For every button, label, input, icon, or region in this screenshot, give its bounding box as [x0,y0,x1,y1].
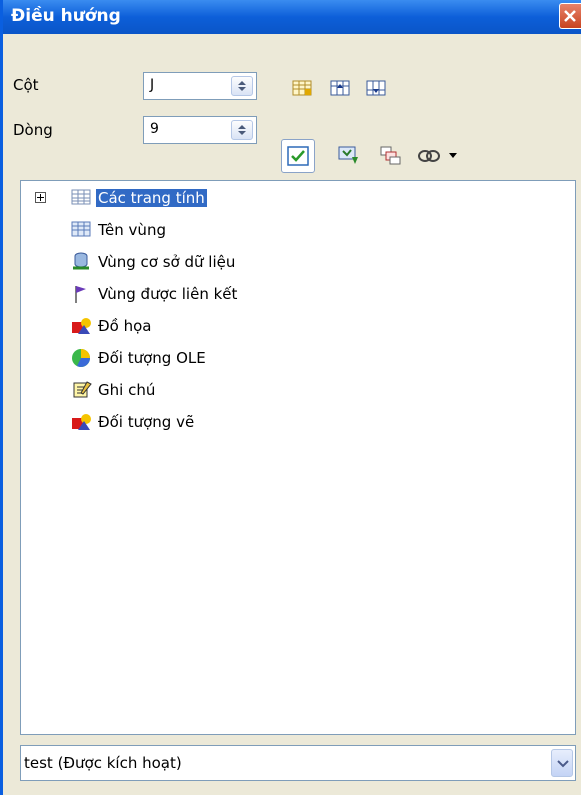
scenarios-button[interactable] [375,140,405,170]
links-button[interactable] [413,140,443,170]
chevron-down-icon [557,760,569,768]
column-value[interactable]: J [150,77,154,93]
note-icon [73,381,92,398]
navigator-tree[interactable]: Các trang tính Tên vùng Vùng cơ sở dữ li… [20,180,576,735]
tree-item-label: Vùng cơ sở dữ liệu [98,253,236,271]
tree-item-database-ranges[interactable]: Vùng cơ sở dữ liệu [61,251,561,273]
column-spinbox[interactable]: J [143,72,257,100]
row-spinbox[interactable]: 9 [143,116,257,144]
expand-icon[interactable] [35,192,46,203]
close-button[interactable] [559,3,581,29]
dropdown-arrow-icon [449,153,457,158]
drag-mode-icon [338,146,358,164]
links-icon [418,150,440,162]
row-spin-arrows[interactable] [231,120,253,140]
tree-item-label: Đối tượng vẽ [98,413,195,431]
drag-mode-button[interactable] [333,140,363,170]
tree-item-sheets[interactable]: Các trang tính [35,187,561,209]
tree-item-label: Đối tượng OLE [98,349,206,367]
ole-object-icon [72,349,90,367]
graphics-icon [72,318,91,334]
drawing-object-icon [72,414,91,430]
range-start-icon [330,80,350,96]
tree-item-ole-objects[interactable]: Đối tượng OLE [61,347,561,369]
tree-item-label: Các trang tính [96,189,207,207]
tree-item-label: Ghi chú [98,381,156,399]
close-icon [564,10,576,22]
column-label: Cột [13,76,39,94]
data-range-button[interactable] [287,73,317,103]
sheet-icon [71,189,91,205]
spin-arrows-icon [238,81,246,91]
document-select-value: test (Được kích hoạt) [24,754,182,772]
range-end-button[interactable] [361,73,391,103]
document-select-dropdown-button[interactable] [551,749,573,777]
links-dropdown-button[interactable] [443,140,463,170]
tree-item-label: Tên vùng [98,221,166,239]
database-icon [73,252,89,270]
navigator-window: Điều hướng Cột J Dòng 9 Các trang tính T… [0,0,581,795]
tree-item-linked-areas[interactable]: Vùng được liên kết [61,283,561,305]
range-end-icon [366,80,386,96]
range-start-button[interactable] [325,73,355,103]
data-range-icon [292,80,312,96]
row-label: Dòng [13,121,53,139]
tree-item-notes[interactable]: Ghi chú [61,379,561,401]
scenarios-icon [380,146,401,165]
tree-item-label: Vùng được liên kết [98,285,238,303]
range-name-icon [71,221,91,237]
title-bar: Điều hướng [3,0,581,34]
content-toggle-icon [287,146,309,166]
flag-icon [75,286,86,303]
row-value[interactable]: 9 [150,121,159,137]
tree-item-drawing-objects[interactable]: Đối tượng vẽ [61,411,561,433]
spin-arrows-icon [238,125,246,135]
window-title: Điều hướng [11,6,121,26]
content-toggle-button[interactable] [281,139,315,173]
tree-item-label: Đồ họa [98,317,152,335]
tree-item-graphics[interactable]: Đồ họa [61,315,561,337]
tree-item-range-names[interactable]: Tên vùng [61,219,561,241]
column-spin-arrows[interactable] [231,76,253,96]
document-select[interactable]: test (Được kích hoạt) [20,745,576,781]
